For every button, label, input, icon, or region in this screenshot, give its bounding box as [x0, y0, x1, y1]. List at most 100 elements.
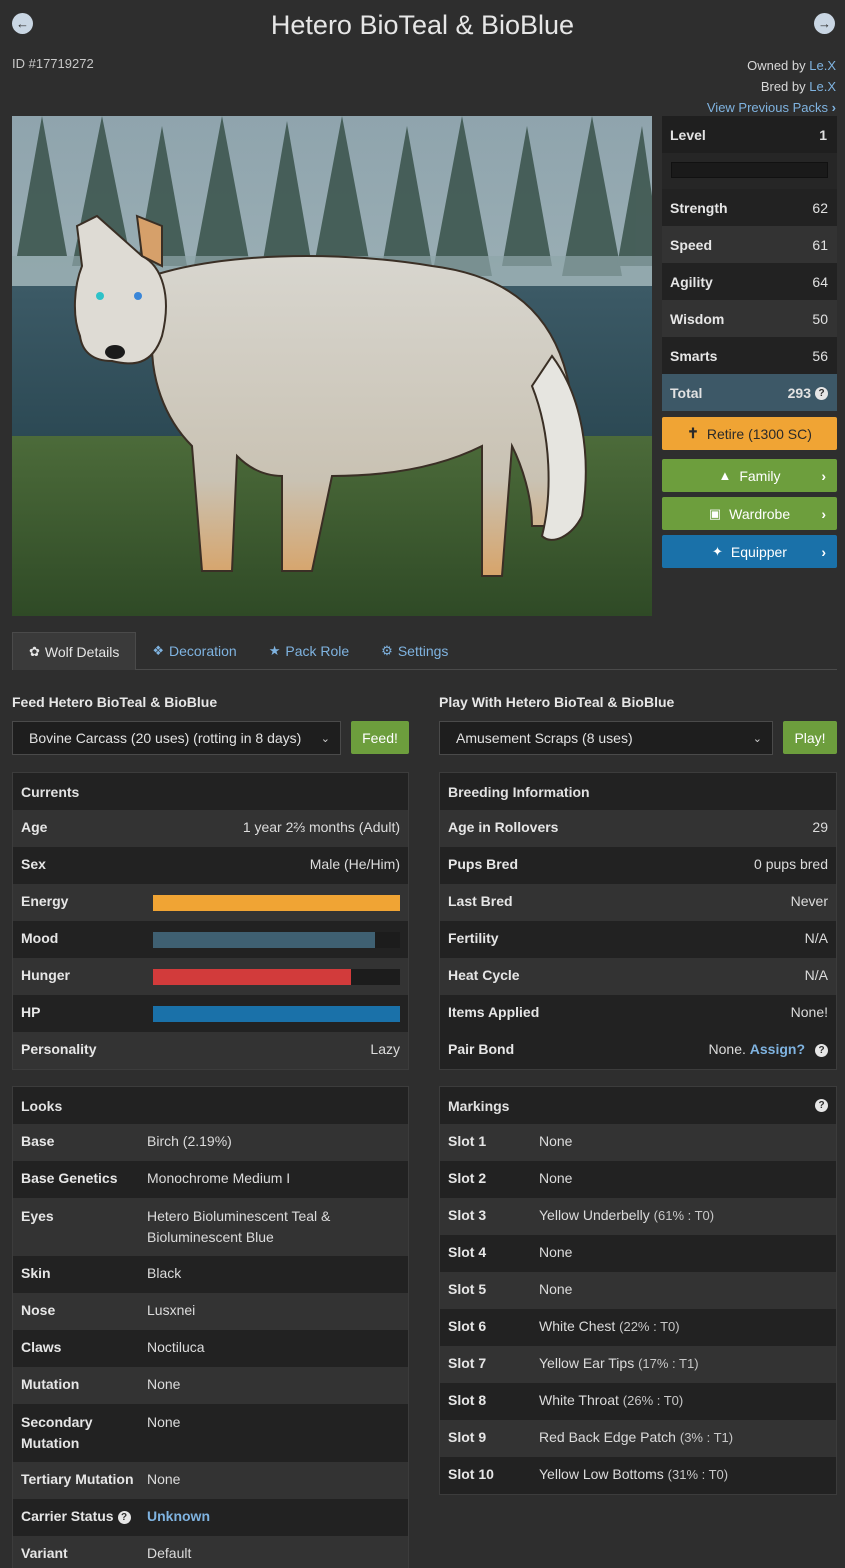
stat-value: 62	[812, 199, 828, 216]
stat-row-strength: Strength 62	[662, 189, 837, 226]
stat-row-speed: Speed 61	[662, 226, 837, 263]
secondary-label-line2: Mutation	[21, 1435, 80, 1451]
energy-label: Energy	[21, 893, 69, 909]
star-icon: ★	[268, 643, 281, 658]
marking-detail: (22% : T0)	[619, 1319, 680, 1334]
claws-label: Claws	[21, 1339, 62, 1355]
tab-label: Pack Role	[285, 643, 350, 659]
marking-name: Yellow Low Bottoms	[539, 1466, 664, 1482]
breeding-value: N/A	[804, 967, 828, 983]
hunger-label: Hunger	[21, 967, 70, 983]
retire-button[interactable]: ✝ Retire (1300 SC)	[662, 417, 837, 450]
carrier-status-link[interactable]: Unknown	[147, 1508, 210, 1524]
stat-value: 50	[812, 310, 828, 327]
question-mark-icon[interactable]: ?	[117, 1510, 131, 1524]
table-row: Slot 8 White Throat (26% : T0)	[440, 1383, 836, 1420]
feed-selected-value: Bovine Carcass (20 uses) (rotting in 8 d…	[29, 730, 302, 746]
base-genetics-value: Monochrome Medium I	[147, 1170, 291, 1186]
view-previous-packs-link[interactable]: View Previous Packs ›	[707, 100, 836, 115]
looks-table: Looks Base Birch (2.19%) Base Genetics Mon…	[12, 1086, 409, 1568]
level-row: Level 1	[662, 116, 837, 153]
wardrobe-button[interactable]: ▣ Wardrobe ›	[662, 497, 837, 530]
slot-value: None	[539, 1133, 572, 1149]
family-label: Family	[739, 467, 781, 484]
tree-icon: ▲	[718, 468, 732, 483]
pair-bond-value: None.	[708, 1041, 746, 1057]
marking-name: Yellow Underbelly	[539, 1207, 650, 1223]
table-row: Pair Bond None. Assign??	[440, 1032, 836, 1069]
question-mark-icon[interactable]: ?	[815, 1099, 828, 1112]
table-row: Sex Male (He/Him)	[13, 847, 408, 884]
table-row: Last Bred Never	[440, 884, 836, 921]
pair-bond-label: Pair Bond	[448, 1041, 515, 1057]
marking-name: White Chest	[539, 1318, 616, 1334]
owner-link[interactable]: Le.X	[809, 58, 836, 73]
play-item-select[interactable]: Amusement Scraps (8 uses) ⌄	[439, 721, 773, 755]
personality-value: Lazy	[370, 1041, 400, 1057]
next-wolf-arrow-icon[interactable]: →	[814, 13, 835, 34]
table-row: Mutation None	[13, 1367, 408, 1404]
table-row: Hunger	[13, 958, 408, 995]
slot-label: Slot 4	[448, 1244, 487, 1260]
slot-value: None	[539, 1281, 572, 1297]
table-row: Items Applied None!	[440, 995, 836, 1032]
mood-label: Mood	[21, 930, 59, 946]
breeding-label: Items Applied	[448, 1004, 540, 1020]
feed-button[interactable]: Feed!	[351, 721, 409, 754]
table-row: Age in Rollovers 29	[440, 810, 836, 847]
slot-label: Slot 7	[448, 1355, 487, 1371]
table-row: Slot 9 Red Back Edge Patch (3% : T1)	[440, 1420, 836, 1457]
table-row: Energy	[13, 884, 408, 921]
marking-name: White Throat	[539, 1392, 619, 1408]
total-label: Total	[670, 384, 703, 401]
secondary-label-line1: Secondary	[21, 1414, 93, 1430]
base-genetics-label: Base Genetics	[21, 1170, 118, 1186]
family-button[interactable]: ▲ Family ›	[662, 459, 837, 492]
chevron-down-icon: ⌄	[320, 732, 330, 745]
eyes-value-line2: Bioluminescent Blue	[147, 1229, 274, 1245]
tab-wolf-details[interactable]: ✿ Wolf Details	[12, 632, 137, 670]
total-row: Total 293?	[662, 374, 837, 411]
marking-name: Yellow Ear Tips	[539, 1355, 635, 1371]
variant-value: Default	[147, 1545, 192, 1561]
table-row: Variant Default	[13, 1536, 408, 1568]
stat-row-smarts: Smarts 56	[662, 337, 837, 374]
feed-heading: Feed Hetero BioTeal & BioBlue	[12, 694, 218, 710]
markings-table: Markings ? Slot 1 None Slot 2 None Slot 3 Yel…	[439, 1086, 837, 1495]
nose-value: Lusxnei	[147, 1302, 196, 1318]
breeding-label: Heat Cycle	[448, 967, 520, 983]
skin-label: Skin	[21, 1265, 51, 1281]
question-mark-icon[interactable]: ?	[815, 387, 828, 401]
table-row: Claws Noctiluca	[13, 1330, 408, 1367]
breeder-link[interactable]: Le.X	[809, 79, 836, 94]
paw-icon: ✿	[29, 643, 40, 659]
question-mark-icon[interactable]: ?	[815, 1043, 828, 1057]
owned-by-line: Owned by Le.X	[707, 55, 836, 76]
bred-by-label: Bred by	[760, 79, 810, 94]
table-row: Slot 7 Yellow Ear Tips (17% : T1)	[440, 1346, 836, 1383]
slot-label: Slot 8	[448, 1392, 487, 1408]
assign-pair-bond-link[interactable]: Assign?	[750, 1041, 805, 1057]
looks-title: Looks	[13, 1087, 408, 1124]
tab-settings[interactable]: ⚙ Settings	[365, 632, 464, 670]
variant-label: Variant	[21, 1545, 68, 1561]
feed-item-select[interactable]: Bovine Carcass (20 uses) (rotting in 8 d…	[12, 721, 341, 755]
tab-decoration[interactable]: ❖ Decoration	[136, 632, 252, 670]
tab-label: Settings	[397, 643, 449, 659]
energy-bar	[153, 895, 400, 911]
stat-label: Speed	[670, 236, 713, 253]
stat-label: Smarts	[670, 347, 718, 364]
slot-label: Slot 3	[448, 1207, 487, 1223]
chevron-down-icon: ⌄	[752, 732, 762, 745]
table-row: Tertiary Mutation None	[13, 1462, 408, 1499]
play-button[interactable]: Play!	[783, 721, 837, 754]
slot-value: White Chest (22% : T0)	[539, 1318, 680, 1334]
slot-value: Yellow Ear Tips (17% : T1)	[539, 1355, 699, 1371]
equipper-button[interactable]: ✦ Equipper ›	[662, 535, 837, 568]
table-row: Carrier Status? Unknown	[13, 1499, 408, 1536]
table-row: Pups Bred 0 pups bred	[440, 847, 836, 884]
tshirt-icon: ▣	[708, 505, 722, 521]
tertiary-label: Tertiary Mutation	[21, 1471, 134, 1487]
marking-detail: (61% : T0)	[653, 1208, 715, 1223]
tab-pack-role[interactable]: ★ Pack Role	[253, 632, 365, 670]
